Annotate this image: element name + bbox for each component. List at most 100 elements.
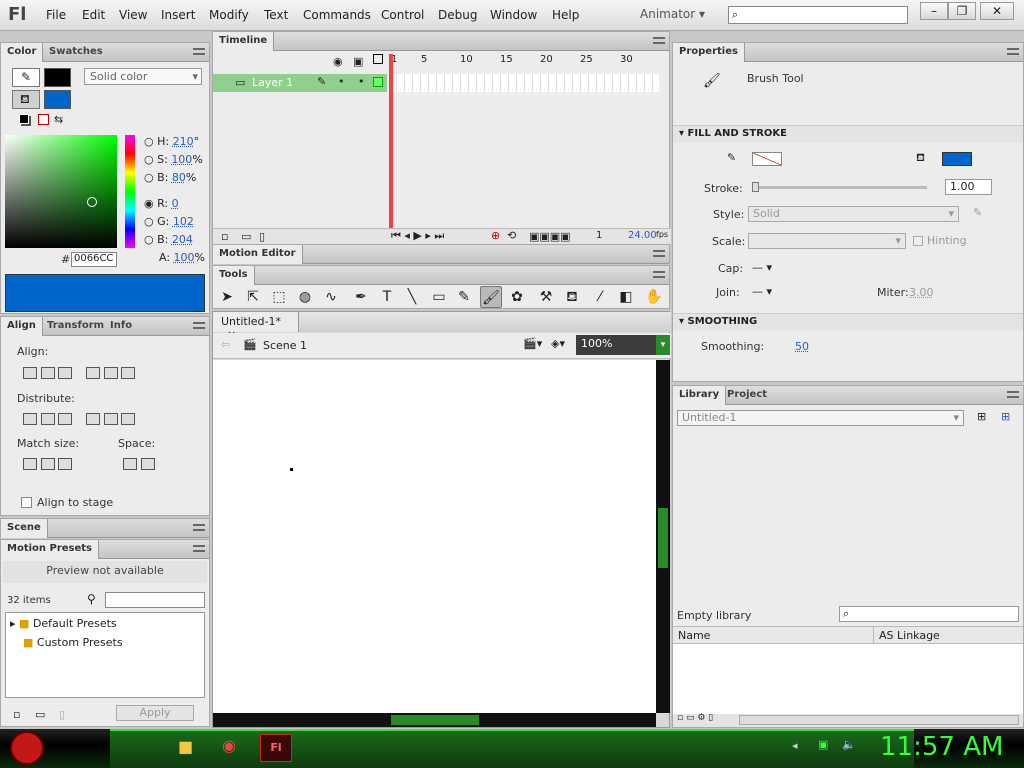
align-vcenter-icon[interactable] <box>103 367 118 379</box>
tray-arrow-icon[interactable]: ◂ <box>792 739 798 752</box>
tab-properties[interactable]: Properties <box>673 43 745 62</box>
black-white-icon[interactable] <box>19 114 29 124</box>
lock-dot[interactable]: • <box>358 75 365 88</box>
stroke-color-button[interactable]: ✎ <box>12 68 40 87</box>
menu-edit[interactable]: Edit <box>82 8 105 22</box>
visibility-dot[interactable]: • <box>338 75 345 88</box>
frame-ruler[interactable]: 1 5 10 15 20 25 30 <box>389 54 653 72</box>
center-frame-icon[interactable]: ⊕ <box>491 229 500 242</box>
onion-skin-icon[interactable]: ▣▣▣▣ <box>529 230 571 243</box>
apply-button[interactable]: Apply <box>116 705 194 721</box>
align-hcenter-icon[interactable] <box>40 367 55 379</box>
subselection-icon[interactable]: ⇱ <box>242 286 264 308</box>
distribute-left-icon[interactable] <box>86 413 100 425</box>
document-tab[interactable]: Untitled-1* × <box>213 312 299 341</box>
hinting-checkbox[interactable] <box>913 236 923 246</box>
tab-motion-editor[interactable]: Motion Editor <box>213 245 303 264</box>
radio-s[interactable]: ○ <box>144 153 154 166</box>
tab-transform[interactable]: Transform <box>41 317 110 336</box>
tab-swatches[interactable]: Swatches <box>43 43 109 62</box>
panel-menu-icon[interactable] <box>193 524 205 531</box>
menu-control[interactable]: Control <box>381 8 424 22</box>
column-name[interactable]: Name <box>678 629 710 642</box>
start-button[interactable] <box>10 731 44 765</box>
fill-color-button[interactable]: ⛾ <box>12 90 40 109</box>
distribute-vcenter-icon[interactable] <box>40 413 55 425</box>
pin-library-icon[interactable]: ⊞ <box>977 410 986 423</box>
tab-scene[interactable]: Scene <box>1 519 48 538</box>
library-search-input[interactable]: ⌕ <box>839 606 1019 622</box>
radio-h[interactable]: ○ <box>144 135 154 148</box>
eraser-icon[interactable]: ◧ <box>615 286 637 308</box>
text-icon[interactable]: T <box>376 286 398 308</box>
eyedropper-icon[interactable]: ⁄ <box>589 286 611 308</box>
layer-row[interactable]: ▭ Layer 1 ✎ • • <box>213 74 387 92</box>
playhead[interactable] <box>389 54 393 228</box>
library-doc-select[interactable]: Untitled-1 ▾ <box>677 410 964 426</box>
panel-menu-icon[interactable] <box>653 271 665 278</box>
distribute-hcenter-icon[interactable] <box>103 413 118 425</box>
align-right-icon[interactable] <box>58 367 72 379</box>
b-value[interactable]: 80 <box>172 171 186 184</box>
flash-taskbar-icon[interactable]: Fl <box>260 734 292 762</box>
bone-icon[interactable]: ⚒ <box>535 286 557 308</box>
chrome-icon[interactable]: ◉ <box>222 736 236 755</box>
panel-menu-icon[interactable] <box>653 37 665 44</box>
match-both-icon[interactable] <box>58 458 72 470</box>
workspace-switcher[interactable]: Animator ▾ <box>640 7 705 21</box>
selection-icon[interactable]: ➤ <box>216 286 238 308</box>
frame-rate[interactable]: 24.00 <box>628 230 657 241</box>
trash-icon[interactable]: ▯ <box>59 708 65 721</box>
current-frame[interactable]: 1 <box>596 230 602 241</box>
new-folder-icon[interactable]: ▭ <box>35 708 45 721</box>
menu-help[interactable]: Help <box>552 8 579 22</box>
join-select[interactable]: — ▾ <box>752 285 772 298</box>
preset-search-input[interactable] <box>105 592 205 608</box>
miter-value[interactable]: 3.00 <box>909 286 934 299</box>
tab-tools[interactable]: Tools <box>213 266 255 285</box>
align-top-icon[interactable] <box>86 367 100 379</box>
tab-motion-presets[interactable]: Motion Presets <box>1 540 100 559</box>
edit-symbols-icon[interactable]: ◈▾ <box>551 337 565 350</box>
stroke-slider-thumb[interactable] <box>752 182 759 192</box>
3d-rotation-icon[interactable]: ◍ <box>294 286 316 308</box>
eye-icon[interactable]: ◉ <box>333 55 343 68</box>
tab-color[interactable]: Color <box>1 43 44 62</box>
close-button[interactable]: ✕ <box>980 2 1014 20</box>
tab-project[interactable]: Project <box>721 386 773 405</box>
horizontal-scrollbar[interactable] <box>213 713 656 727</box>
new-library-panel-icon[interactable]: ⊞ <box>1001 410 1010 423</box>
fill-color-swatch[interactable] <box>942 152 972 166</box>
new-preset-icon[interactable]: ▫ <box>13 708 20 721</box>
menu-text[interactable]: Text <box>264 8 288 22</box>
hand-icon[interactable]: ✋ <box>643 286 665 308</box>
outline-icon[interactable] <box>373 54 383 64</box>
stage-canvas[interactable] <box>213 360 656 713</box>
column-as-linkage[interactable]: AS Linkage <box>879 629 940 642</box>
stroke-color-swatch[interactable] <box>752 152 782 166</box>
cap-select[interactable]: — ▾ <box>752 261 772 274</box>
restore-button[interactable]: ❐ <box>948 2 976 20</box>
s-value[interactable]: 100 <box>171 153 192 166</box>
alpha-value[interactable]: 100 <box>174 251 195 264</box>
network-icon[interactable]: ▣ <box>818 738 828 751</box>
menu-window[interactable]: Window <box>490 8 537 22</box>
paint-bucket-icon[interactable]: ⛾ <box>561 286 583 308</box>
radio-b2[interactable]: ○ <box>144 233 154 246</box>
explorer-icon[interactable]: ■ <box>178 737 193 756</box>
minimize-button[interactable]: – <box>920 2 948 20</box>
hue-slider[interactable] <box>125 135 135 248</box>
align-left-icon[interactable] <box>23 367 37 379</box>
tab-info[interactable]: Info <box>104 317 138 336</box>
expand-arrow-icon[interactable]: ▸ <box>10 617 16 630</box>
distribute-right-icon[interactable] <box>121 413 135 425</box>
menu-commands[interactable]: Commands <box>303 8 371 22</box>
g-value[interactable]: 102 <box>173 215 194 228</box>
lock-icon[interactable]: ▣ <box>353 55 363 68</box>
pen-icon[interactable]: ✒ <box>350 286 372 308</box>
panel-menu-icon[interactable] <box>193 322 205 329</box>
pencil-icon[interactable]: ✎ <box>453 286 475 308</box>
space-vertical-icon[interactable] <box>123 458 137 470</box>
match-width-icon[interactable] <box>23 458 37 470</box>
brush-icon[interactable]: 🖌 <box>480 286 502 308</box>
